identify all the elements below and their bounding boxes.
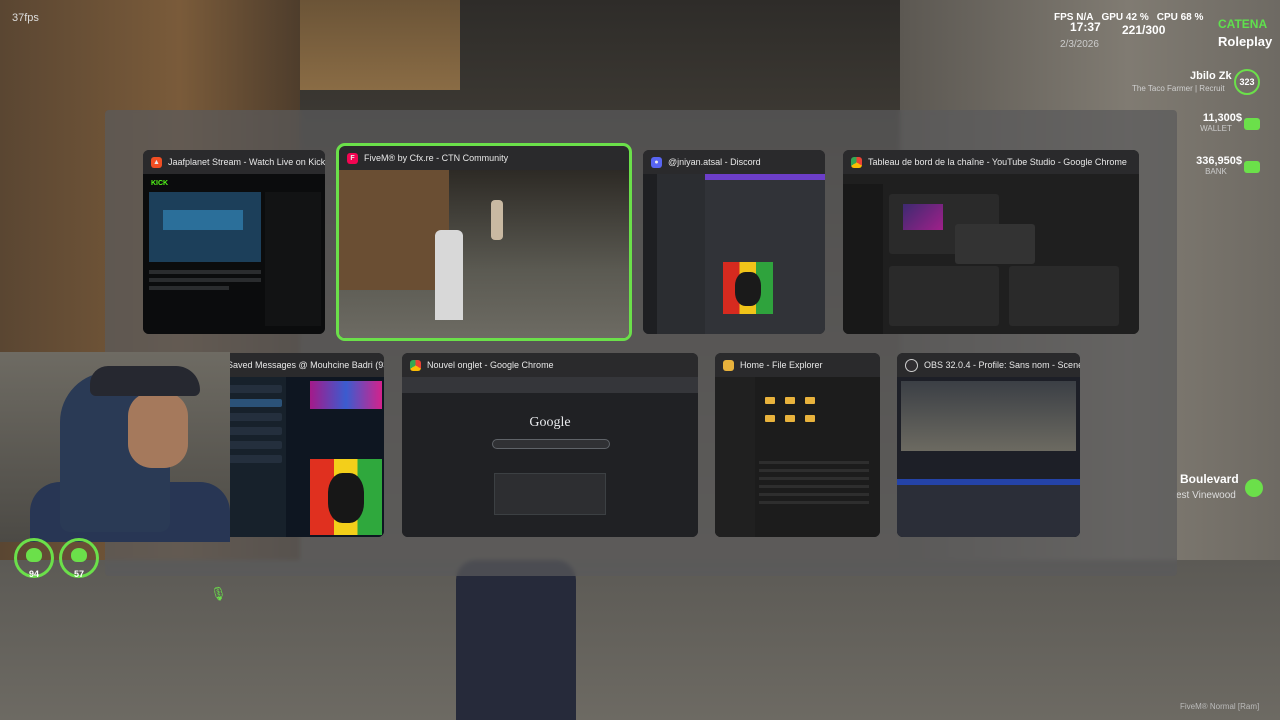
window-tile-obs[interactable]: OBS 32.0.4 - Profile: Sans nom - Scenes:… xyxy=(897,353,1080,537)
window-thumbnail xyxy=(339,170,629,338)
window-thumbnail: KICK xyxy=(143,174,325,334)
player-job: The Taco Farmer | Recruit xyxy=(1132,84,1225,93)
window-tile-new-tab[interactable]: Nouvel onglet - Google Chrome Google xyxy=(402,353,698,537)
gpu-stat: GPU 42 % xyxy=(1101,12,1149,23)
player-id-badge: 323 xyxy=(1234,69,1260,95)
bank-amount: 336,950$ xyxy=(1196,155,1242,167)
window-title: Tableau de bord de la chaîne - YouTube S… xyxy=(868,157,1127,167)
window-thumbnail: Google xyxy=(402,377,698,537)
fivem-icon: F xyxy=(347,152,358,164)
window-title: Home - File Explorer xyxy=(740,360,823,370)
kick-logo: KICK xyxy=(151,180,169,187)
microphone-icon: 🎙 xyxy=(210,586,227,601)
window-thumbnail xyxy=(897,377,1080,537)
discord-icon: ● xyxy=(651,156,662,168)
hunger-gauge: 57 xyxy=(59,538,99,579)
window-tile-kick[interactable]: ▲ Jaafplanet Stream - Watch Live on Kick… xyxy=(143,150,325,334)
fivem-watermark: FiveM® Normal [Ram] xyxy=(1180,702,1260,711)
bank-display: 336,950$ BANK xyxy=(1190,155,1242,176)
brave-icon: ▲ xyxy=(151,156,162,168)
wallet-display: 11,300$ WALLET xyxy=(1190,112,1242,133)
chrome-icon xyxy=(410,359,421,371)
window-thumbnail xyxy=(843,174,1139,334)
window-thumbnail xyxy=(643,174,825,334)
obs-preview xyxy=(901,381,1076,451)
street-name: Boulevard xyxy=(1180,472,1239,486)
obs-docks xyxy=(897,479,1080,537)
webcam-overlay xyxy=(0,352,230,542)
player-count: 221/300 xyxy=(1122,23,1166,37)
window-title-bar: Tableau de bord de la chaîne - YouTube S… xyxy=(843,150,1139,174)
player-name: Jbilo Zk xyxy=(1190,70,1232,82)
bob-marley-art xyxy=(310,459,382,535)
server-logo: CATENA xyxy=(1218,17,1268,31)
wallet-amount: 11,300$ xyxy=(1202,112,1242,124)
search-box xyxy=(492,439,610,449)
player-character xyxy=(456,560,576,720)
health-gauge: 94 xyxy=(14,538,54,579)
ground xyxy=(0,560,1280,720)
bank-icon xyxy=(1244,161,1260,173)
stream-video xyxy=(149,192,261,262)
window-title: Nouvel onglet - Google Chrome xyxy=(427,360,554,370)
window-title: Jaafplanet Stream - Watch Live on Kick -… xyxy=(168,157,325,167)
window-title: OBS 32.0.4 - Profile: Sans nom - Scenes:… xyxy=(924,360,1080,370)
window-tile-file-explorer[interactable]: Home - File Explorer xyxy=(715,353,880,537)
server-subtitle: Roleplay xyxy=(1218,34,1273,49)
window-tile-fivem[interactable]: F FiveM® by Cfx.re - CTN Community xyxy=(336,143,632,341)
window-title-bar: ▲ Jaafplanet Stream - Watch Live on Kick… xyxy=(143,150,325,174)
window-title-bar: Home - File Explorer xyxy=(715,353,880,377)
game-date: 2/3/2026 xyxy=(1060,39,1099,50)
area-name: est Vinewood xyxy=(1176,490,1236,501)
stream-chat xyxy=(265,192,321,326)
wallet-label: WALLET xyxy=(1200,124,1232,133)
task-switcher: ▲ Jaafplanet Stream - Watch Live on Kick… xyxy=(105,110,1177,576)
window-title-bar: ● @jniyan.atsal - Discord xyxy=(643,150,825,174)
folder-icon xyxy=(723,359,734,371)
player-character xyxy=(435,230,463,320)
bank-label: BANK xyxy=(1205,167,1227,176)
bob-marley-art xyxy=(723,262,773,314)
window-tile-discord[interactable]: ● @jniyan.atsal - Discord xyxy=(643,150,825,334)
obs-icon xyxy=(905,358,918,372)
window-title-bar: OBS 32.0.4 - Profile: Sans nom - Scenes:… xyxy=(897,353,1080,377)
cpu-stat: CPU 68 % xyxy=(1156,12,1204,23)
window-thumbnail xyxy=(715,377,880,537)
chrome-icon xyxy=(851,156,862,168)
window-title: Saved Messages @ Mouhcine Badri (936... xyxy=(227,360,384,370)
burger-icon xyxy=(71,548,87,562)
window-title: @jniyan.atsal - Discord xyxy=(668,157,761,167)
wallet-icon xyxy=(1244,118,1260,130)
window-title: FiveM® by Cfx.re - CTN Community xyxy=(364,153,509,163)
heart-icon xyxy=(26,548,42,562)
fps-counter: 37fps xyxy=(12,12,39,24)
window-tile-youtube-studio[interactable]: Tableau de bord de la chaîne - YouTube S… xyxy=(843,150,1139,334)
compass-icon xyxy=(1245,479,1263,497)
google-logo: Google xyxy=(529,415,571,430)
game-clock: 17:37 xyxy=(1070,20,1101,34)
window-title-bar: F FiveM® by Cfx.re - CTN Community xyxy=(339,146,629,170)
window-title-bar: Nouvel onglet - Google Chrome xyxy=(402,353,698,377)
